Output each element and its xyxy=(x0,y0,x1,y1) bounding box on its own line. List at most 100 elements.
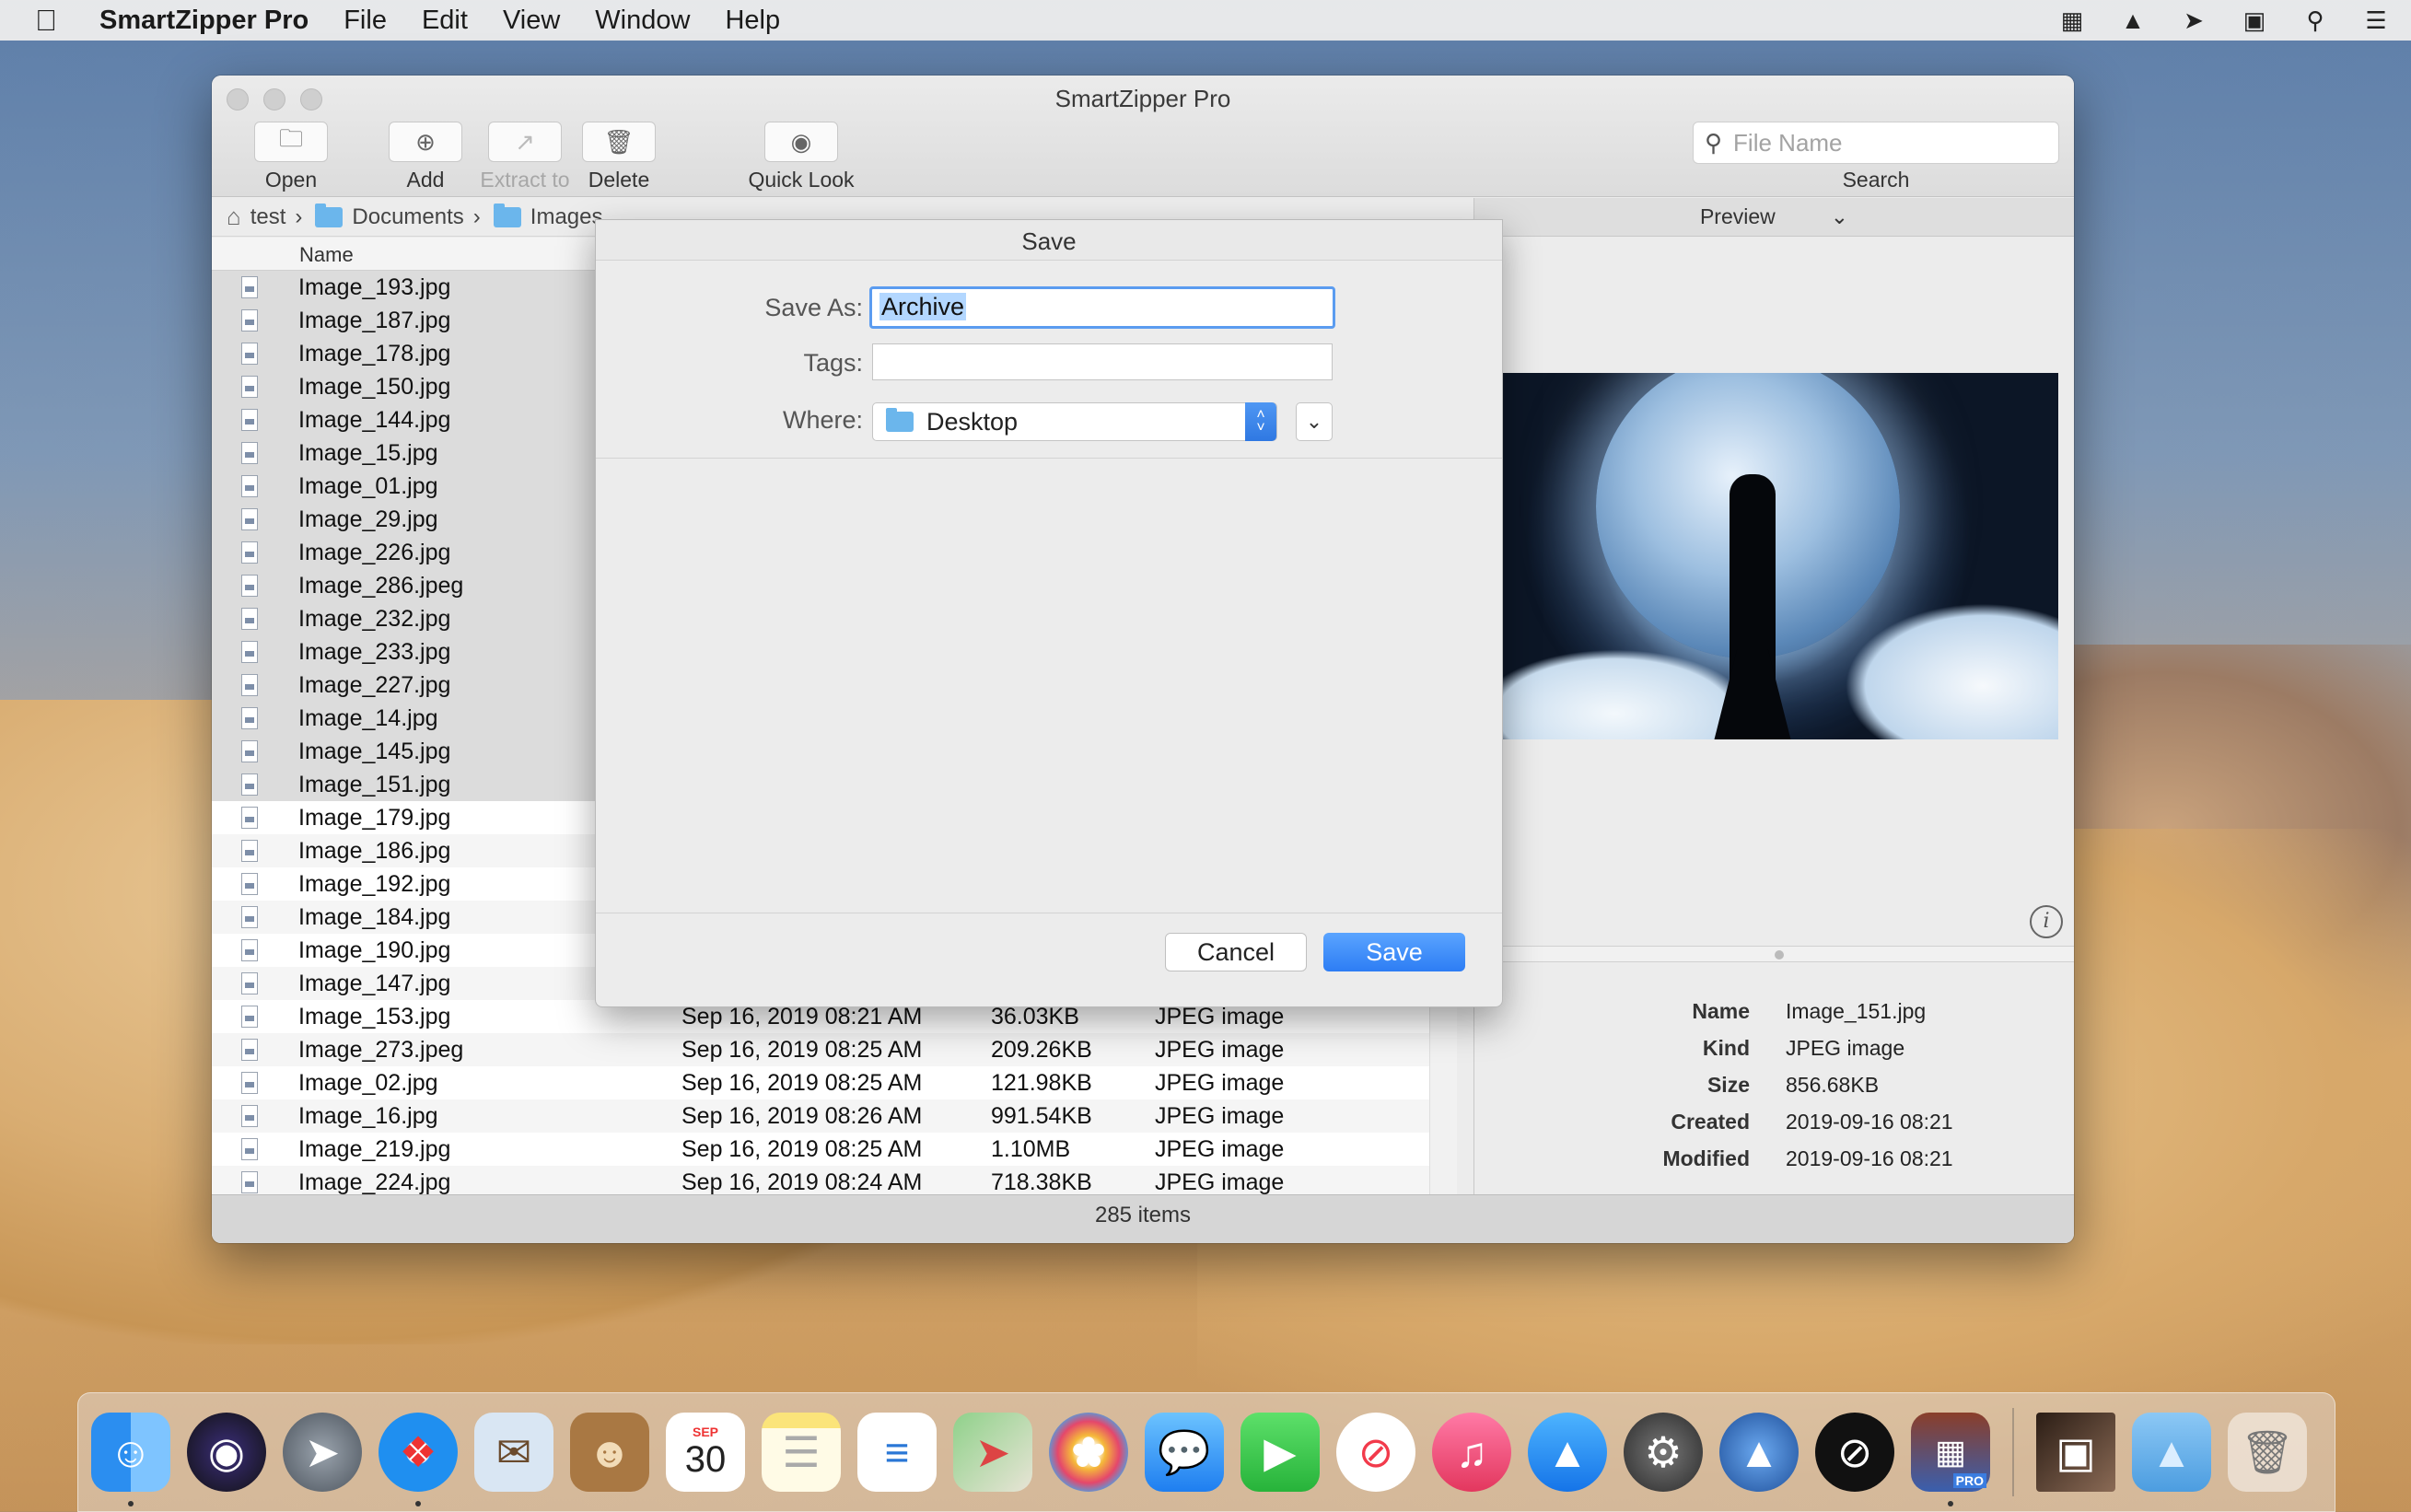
table-row[interactable]: Image_273.jpeg Sep 16, 2019 08:25 AM 209.2… xyxy=(212,1033,1429,1066)
applications-folder-icon[interactable]: ▲ xyxy=(2132,1413,2211,1492)
info-row: Name Image_151.jpg xyxy=(1474,999,2074,1036)
menu-view[interactable]: View xyxy=(503,6,560,36)
file-name: Image_286.jpeg xyxy=(298,573,464,599)
file-kind: JPEG image xyxy=(1155,1136,1285,1162)
photos-icon[interactable]: ✿ xyxy=(1049,1413,1128,1492)
quick-look-label: Quick Look xyxy=(748,168,855,192)
file-kind: JPEG image xyxy=(1155,1037,1285,1063)
maps-icon[interactable]: ➤ xyxy=(953,1413,1032,1492)
table-row[interactable]: Image_16.jpg Sep 16, 2019 08:26 AM 991.54K… xyxy=(212,1099,1429,1133)
table-row[interactable]: Image_224.jpg Sep 16, 2019 08:24 AM 718.38… xyxy=(212,1166,1429,1194)
pane-splitter[interactable] xyxy=(1474,946,2074,962)
where-popup[interactable]: Desktop ˄ ˅ xyxy=(872,402,1277,441)
file-name: Image_145.jpg xyxy=(298,739,451,764)
system-preferences-icon[interactable]: ⚙ xyxy=(1624,1413,1703,1492)
image-file-icon xyxy=(241,939,258,961)
mountain-app-icon[interactable]: ▲ xyxy=(1719,1413,1799,1492)
file-name: Image_224.jpg xyxy=(298,1169,451,1194)
tags-input[interactable] xyxy=(872,343,1333,380)
save-as-input[interactable]: Archive xyxy=(869,286,1335,329)
file-name: Image_219.jpg xyxy=(298,1136,451,1162)
info-key: Name xyxy=(1692,999,1750,1023)
trash-icon: 🗑 xyxy=(582,122,656,162)
recent-document-icon[interactable]: ▣ xyxy=(2036,1413,2115,1492)
save-button[interactable]: Save xyxy=(1323,933,1465,971)
info-row: Kind JPEG image xyxy=(1474,1036,2074,1073)
reminders-icon[interactable]: ≡ xyxy=(857,1413,937,1492)
file-date: Sep 16, 2019 08:25 AM xyxy=(681,1136,923,1162)
mail-icon[interactable]: ✉ xyxy=(474,1413,553,1492)
file-kind: JPEG image xyxy=(1155,1169,1285,1194)
menu-file[interactable]: File xyxy=(344,6,387,36)
info-row: Modified 2019-09-16 08:21 xyxy=(1474,1146,2074,1183)
menu-help[interactable]: Help xyxy=(725,6,780,36)
expand-dialog-button[interactable]: ⌄ xyxy=(1296,402,1333,441)
display-icon[interactable]: ▣ xyxy=(2238,6,2271,34)
file-name: Image_151.jpg xyxy=(298,772,451,797)
file-date: Sep 16, 2019 08:25 AM xyxy=(681,1037,923,1063)
menu-edit[interactable]: Edit xyxy=(422,6,468,36)
breadcrumb-item-documents[interactable]: Documents › xyxy=(315,203,481,230)
facetime-icon[interactable]: ▶ xyxy=(1240,1413,1320,1492)
notification-center-icon[interactable]: ☰ xyxy=(2359,6,2393,34)
file-size: 36.03KB xyxy=(991,1004,1079,1029)
home-icon: ⌂ xyxy=(227,203,241,230)
launchpad-icon[interactable]: ➤ xyxy=(283,1413,362,1492)
breadcrumb-item-test[interactable]: ⌂ test › xyxy=(227,203,302,231)
notification-icon[interactable]: ▲ xyxy=(2116,6,2149,34)
trash-icon[interactable]: 🗑 xyxy=(2228,1413,2307,1492)
table-row[interactable]: Image_02.jpg Sep 16, 2019 08:25 AM 121.98K… xyxy=(212,1066,1429,1099)
column-header-name[interactable]: Name xyxy=(299,243,354,267)
winrar-pro-icon[interactable]: ▦ PRO xyxy=(1911,1413,1990,1506)
image-file-icon xyxy=(241,1072,258,1094)
breadcrumb-item-images[interactable]: Images xyxy=(493,203,603,230)
table-row[interactable]: Image_219.jpg Sep 16, 2019 08:25 AM 1.10MB… xyxy=(212,1133,1429,1166)
file-name: Image_227.jpg xyxy=(298,672,451,698)
cancel-button[interactable]: Cancel xyxy=(1165,933,1307,971)
siri-icon[interactable]: ◉ xyxy=(187,1413,266,1492)
spotlight-search-icon[interactable]: ⚲ xyxy=(2299,6,2332,34)
file-name: Image_233.jpg xyxy=(298,639,451,665)
window-title: SmartZipper Pro xyxy=(1054,85,1231,112)
share-icon: ↗ xyxy=(488,122,562,162)
delete-button[interactable]: 🗑 Delete xyxy=(554,122,683,192)
contacts-icon[interactable]: ☻ xyxy=(570,1413,649,1492)
breadcrumb-label: test xyxy=(250,204,286,229)
cursor-icon[interactable]: ➤ xyxy=(2177,6,2210,34)
preview-image xyxy=(1495,373,2058,739)
apple-menu-icon[interactable]:  xyxy=(35,4,72,38)
image-file-icon xyxy=(241,508,258,530)
app-store-icon[interactable]: ▲ xyxy=(1528,1413,1607,1492)
menu-window[interactable]: Window xyxy=(595,6,690,36)
image-file-icon xyxy=(241,475,258,497)
news-icon[interactable]: ⊘ xyxy=(1336,1413,1415,1492)
messages-icon[interactable]: 💬 xyxy=(1145,1413,1224,1492)
search-input[interactable]: ⚲ File Name xyxy=(1693,122,2059,164)
notes-icon[interactable]: ☰ xyxy=(762,1413,841,1492)
calendar-icon[interactable]: SEP 30 xyxy=(666,1413,745,1492)
file-name: Image_190.jpg xyxy=(298,937,451,963)
image-file-icon xyxy=(241,906,258,928)
info-row: Size 856.68KB xyxy=(1474,1073,2074,1110)
image-file-icon xyxy=(241,972,258,994)
app-menu[interactable]: SmartZipper Pro xyxy=(99,6,309,36)
smartzipper-icon[interactable]: ⊘ xyxy=(1815,1413,1894,1492)
open-button[interactable]: 🗀 Open xyxy=(227,122,355,192)
info-value: 2019-09-16 08:21 xyxy=(1786,1146,1953,1170)
image-file-icon xyxy=(241,1105,258,1127)
music-icon[interactable]: ♫ xyxy=(1432,1413,1511,1492)
image-file-icon xyxy=(241,1138,258,1160)
preview-selector[interactable]: Preview ⌄ xyxy=(1474,198,2074,237)
chevron-down-icon: ⌄ xyxy=(1305,410,1323,433)
image-file-icon xyxy=(241,409,258,431)
info-icon[interactable]: i xyxy=(2030,905,2063,938)
search-label: Search xyxy=(1842,168,1910,192)
finder-icon[interactable]: ☺ xyxy=(91,1413,170,1506)
search-icon: ⚲ xyxy=(1705,128,1723,157)
image-file-icon xyxy=(241,641,258,663)
quick-look-button[interactable]: ◉ Quick Look xyxy=(737,122,866,192)
archive-status-icon[interactable]: ▦ xyxy=(2056,6,2089,34)
safari-icon[interactable]: ❖ xyxy=(379,1413,458,1506)
file-size: 718.38KB xyxy=(991,1169,1092,1194)
chevron-down-icon: ⌄ xyxy=(1830,204,1849,228)
